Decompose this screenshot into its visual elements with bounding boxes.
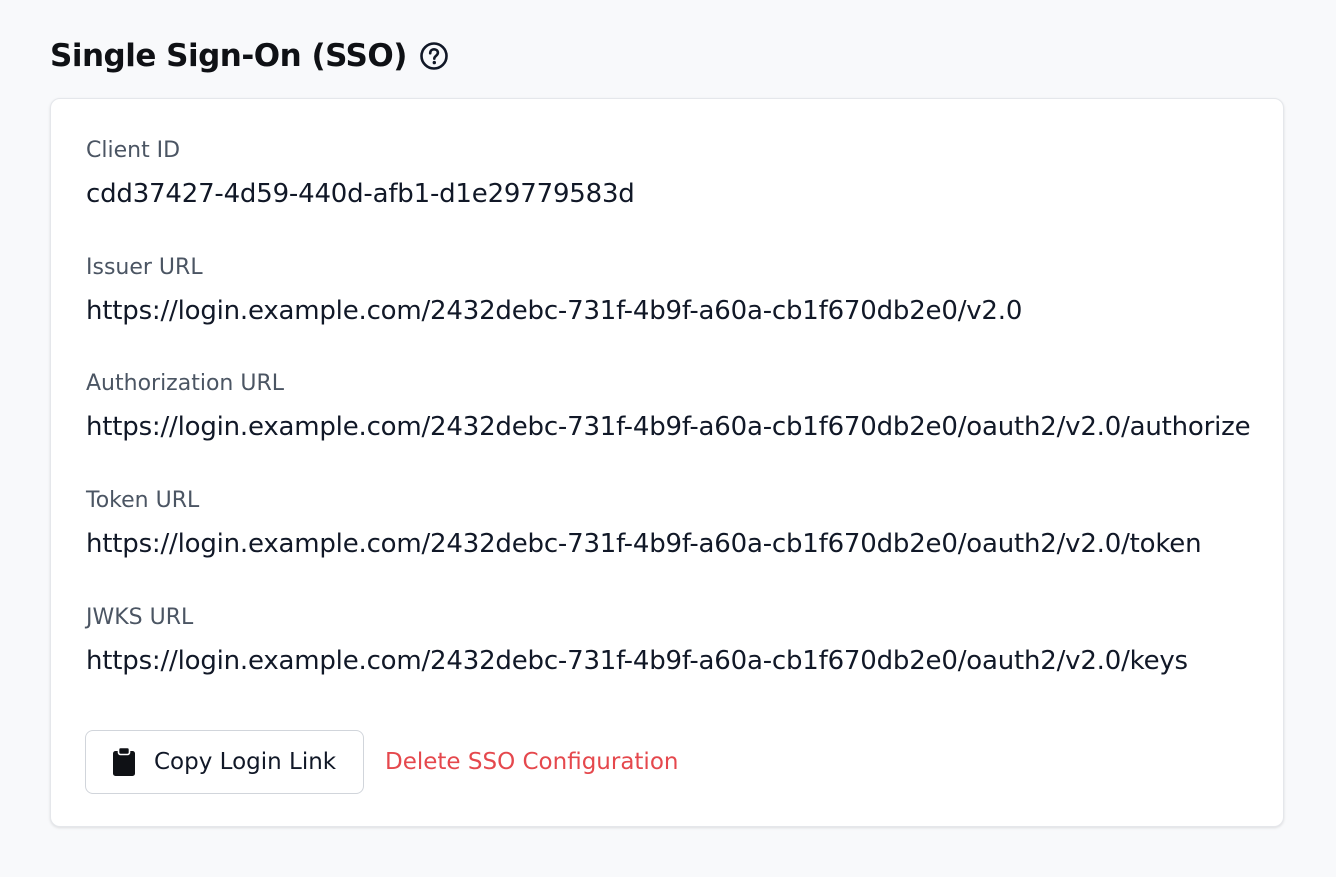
- field-value: https://login.example.com/2432debc-731f-…: [86, 412, 1251, 442]
- authorization-url-field: Authorization URL https://login.example.…: [86, 370, 1251, 444]
- token-url-field: Token URL https://login.example.com/2432…: [86, 487, 1202, 561]
- field-value: https://login.example.com/2432debc-731f-…: [86, 296, 1023, 326]
- field-value: cdd37427-4d59-440d-afb1-d1e29779583d: [86, 179, 635, 209]
- field-value: https://login.example.com/2432debc-731f-…: [86, 529, 1202, 559]
- copy-login-link-button[interactable]: Copy Login Link: [85, 730, 364, 794]
- field-value: https://login.example.com/2432debc-731f-…: [86, 646, 1188, 676]
- issuer-url-field: Issuer URL https://login.example.com/243…: [86, 254, 1022, 328]
- field-label: Authorization URL: [86, 371, 284, 396]
- page-header: Single Sign-On (SSO): [50, 30, 449, 82]
- client-id-field: Client ID cdd37427-4d59-440d-afb1-d1e297…: [86, 137, 635, 211]
- field-label: Issuer URL: [86, 255, 203, 280]
- clipboard-icon: [112, 747, 136, 777]
- page-title: Single Sign-On (SSO): [50, 38, 407, 74]
- delete-sso-configuration-link[interactable]: Delete SSO Configuration: [385, 749, 678, 775]
- card-actions: Copy Login Link Delete SSO Configuration: [85, 730, 678, 794]
- field-label: Token URL: [86, 488, 200, 513]
- jwks-url-field: JWKS URL https://login.example.com/2432d…: [86, 604, 1188, 678]
- field-label: Client ID: [86, 138, 181, 163]
- help-icon[interactable]: [419, 41, 449, 71]
- copy-login-link-label: Copy Login Link: [154, 749, 337, 775]
- field-label: JWKS URL: [86, 605, 194, 630]
- sso-settings-card: Client ID cdd37427-4d59-440d-afb1-d1e297…: [50, 98, 1284, 827]
